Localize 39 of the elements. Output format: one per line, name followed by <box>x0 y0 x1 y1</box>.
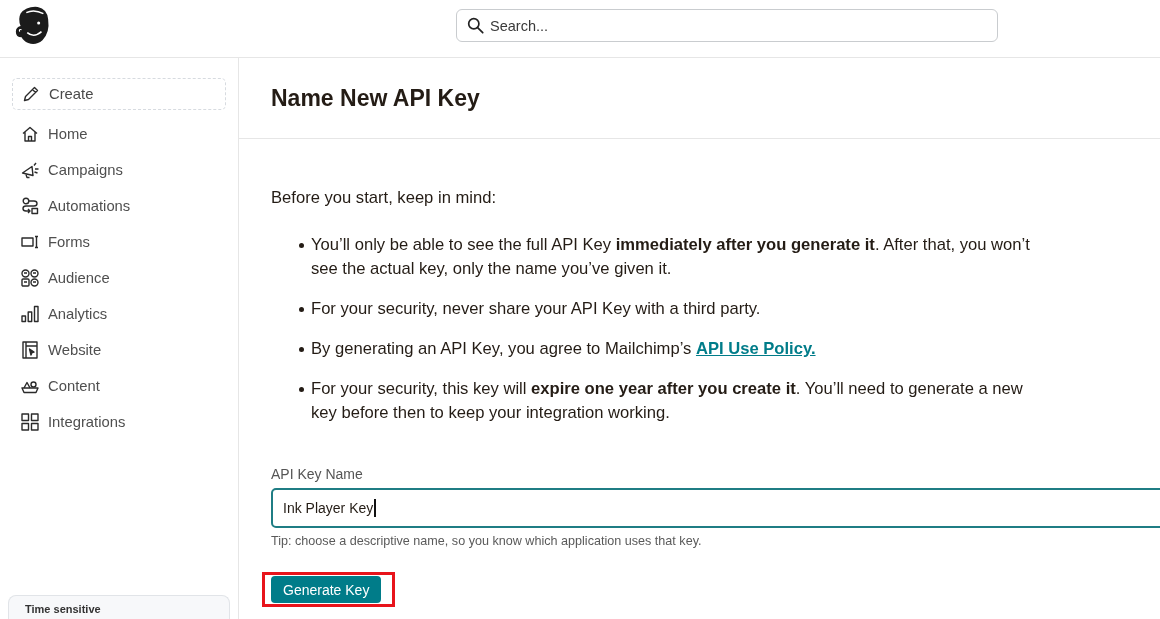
bar-chart-icon <box>20 304 40 324</box>
field-hint: Tip: choose a descriptive name, so you know which application uses that key. <box>271 533 703 549</box>
people-icon <box>20 268 40 288</box>
page-title: Name New API Key <box>271 84 480 112</box>
create-button[interactable]: Create <box>12 78 226 110</box>
generate-key-button[interactable]: Generate Key <box>271 576 382 603</box>
bullet-icon <box>299 387 304 392</box>
house-icon <box>20 124 40 144</box>
monkey-head-logo[interactable] <box>13 4 51 46</box>
search-icon <box>467 17 484 34</box>
note-text: For your security, this key will expire one year after you create it. You’ll need to generate a new key before then to keep your integration working. <box>311 378 1024 424</box>
bullet-icon <box>299 347 304 352</box>
field-label: API Key Name <box>271 465 364 484</box>
megaphone-icon <box>20 160 40 180</box>
grid-icon <box>20 412 40 432</box>
intro-text: Before you start, keep in mind: <box>271 187 498 209</box>
promo-card[interactable]: Time sensitive <box>8 595 230 619</box>
sidebar-item[interactable]: Automations <box>12 188 226 224</box>
bullet-icon <box>299 243 304 248</box>
sidebar-item[interactable]: Analytics <box>12 296 226 332</box>
sidebar-item[interactable]: Campaigns <box>12 152 226 188</box>
promo-title: Time sensitive <box>25 603 102 616</box>
note-text: By generating an API Key, you agree to Mailchimp’s API Use Policy. <box>311 338 816 360</box>
browser-window-icon <box>20 340 40 360</box>
bullet-icon <box>299 307 304 312</box>
input-field[interactable]: Ink Player Key <box>271 488 1160 528</box>
sidebar-item[interactable]: Forms <box>12 224 226 260</box>
note-text: You’ll only be able to see the full API Key immediately after you generate it. After that, you won’t see the actual key, only the name you’ve given it. <box>311 234 1031 280</box>
sidebar-item[interactable]: Content <box>12 368 226 404</box>
pencil-icon <box>21 84 41 104</box>
sidebar-item[interactable]: Home <box>12 116 226 152</box>
note-text: For your security, never share your API Key with a third party. <box>311 298 761 320</box>
text-cursor-icon <box>374 499 376 517</box>
search-field[interactable]: Search... <box>456 9 998 42</box>
policy-link[interactable]: API Use Policy. <box>695 339 816 358</box>
sidebar-item[interactable]: Website <box>12 332 226 368</box>
sidebar-item[interactable]: Integrations <box>12 404 226 440</box>
sidebar-item[interactable]: Audience <box>12 260 226 296</box>
workflow-icon <box>20 196 40 216</box>
